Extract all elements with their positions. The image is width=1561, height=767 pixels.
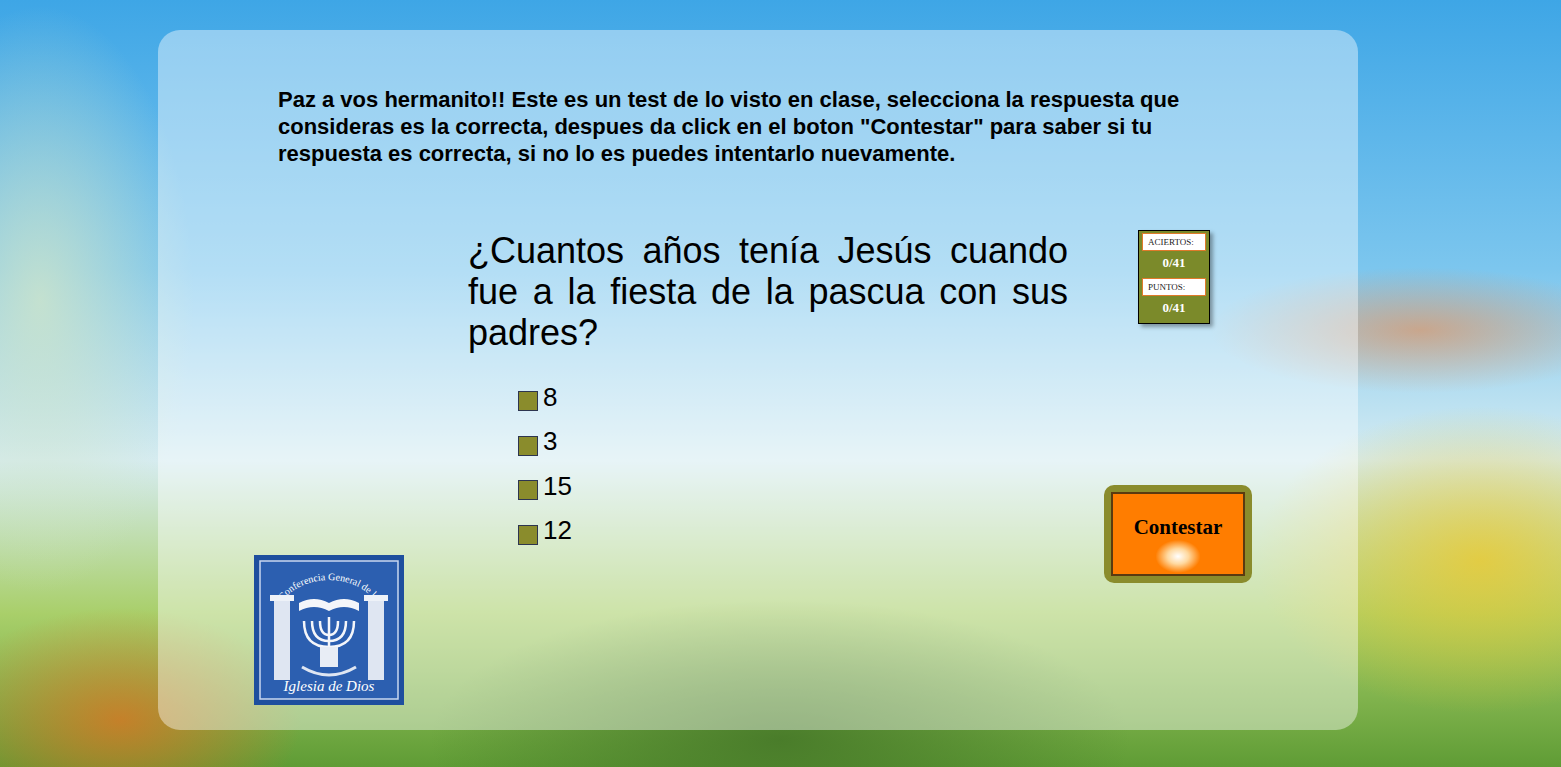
- quiz-body: Conferencia General de laIglesia de Dios…: [158, 230, 1238, 705]
- church-logo: Conferencia General de laIglesia de Dios: [254, 555, 404, 705]
- score-item: PUNTOS:0/41: [1142, 278, 1206, 320]
- option-checkbox[interactable]: [518, 391, 538, 411]
- option-label: 12: [543, 515, 572, 546]
- answer-option[interactable]: 8: [518, 375, 1068, 420]
- answer-option[interactable]: 15: [518, 464, 1068, 509]
- submit-frame: Contestar: [1104, 485, 1252, 583]
- quiz-column: ¿Cuantos años tenía Jesús cuando fue a l…: [468, 230, 1068, 705]
- option-label: 15: [543, 471, 572, 502]
- logo-column: Conferencia General de laIglesia de Dios: [158, 230, 468, 705]
- svg-text:Iglesia de Dios: Iglesia de Dios: [283, 678, 375, 694]
- background-scene: Paz a vos hermanito!! Este es un test de…: [0, 0, 1561, 767]
- option-list: 8 3 15 12: [468, 375, 1068, 553]
- score-label: PUNTOS:: [1142, 278, 1206, 296]
- option-checkbox[interactable]: [518, 480, 538, 500]
- option-label: 3: [543, 426, 557, 457]
- option-checkbox[interactable]: [518, 525, 538, 545]
- score-label: ACIERTOS:: [1142, 233, 1206, 251]
- submit-button[interactable]: Contestar: [1111, 492, 1245, 576]
- quiz-panel: Paz a vos hermanito!! Este es un test de…: [158, 30, 1358, 730]
- instructions-text: Paz a vos hermanito!! Este es un test de…: [278, 86, 1238, 167]
- option-checkbox[interactable]: [518, 436, 538, 456]
- question-text: ¿Cuantos años tenía Jesús cuando fue a l…: [468, 230, 1068, 353]
- score-value: 0/41: [1142, 251, 1206, 275]
- side-column: ACIERTOS:0/41PUNTOS:0/41Contestar: [1068, 230, 1252, 705]
- score-box: ACIERTOS:0/41PUNTOS:0/41: [1138, 230, 1210, 324]
- score-item: ACIERTOS:0/41: [1142, 233, 1206, 275]
- score-value: 0/41: [1142, 296, 1206, 320]
- option-label: 8: [543, 382, 557, 413]
- answer-option[interactable]: 12: [518, 509, 1068, 554]
- answer-option[interactable]: 3: [518, 420, 1068, 465]
